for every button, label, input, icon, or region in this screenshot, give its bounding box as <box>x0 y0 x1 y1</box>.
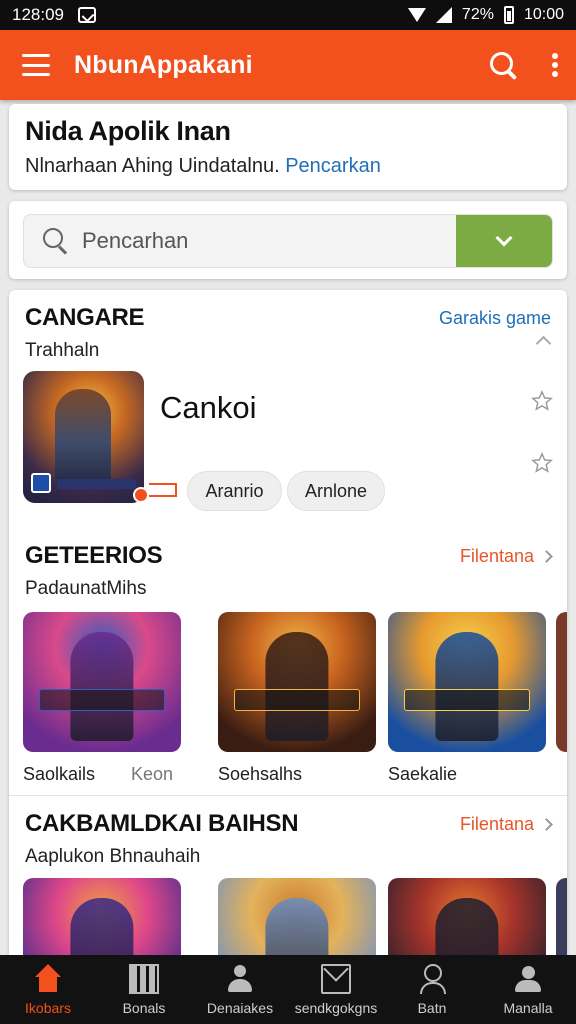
chip-button[interactable]: Arnlone <box>287 471 385 511</box>
section-link-label: Filentana <box>459 546 534 566</box>
search-icon[interactable] <box>488 50 518 80</box>
user-icon <box>417 964 447 994</box>
game-card-partial[interactable] <box>556 612 567 752</box>
game-logo <box>38 689 166 712</box>
chip-button[interactable]: Aranrio <box>187 471 282 511</box>
nav-item-messages[interactable]: sendkgokgns <box>288 955 384 1024</box>
status-dot <box>133 487 149 503</box>
section-link-label: Garakis game <box>438 308 551 328</box>
nav-item-profile[interactable]: Denaiakes <box>192 955 288 1024</box>
game-logo-band <box>57 479 136 489</box>
nav-item-home[interactable]: Ikobars <box>0 955 96 1024</box>
nav-item-categories[interactable]: Bonals <box>96 955 192 1024</box>
game-character-art <box>435 631 499 741</box>
game-logo <box>233 689 361 712</box>
chevron-down-icon <box>495 229 513 247</box>
nav-item-community[interactable]: Manalla <box>480 955 576 1024</box>
mail-icon <box>321 964 351 994</box>
game-thumbnail <box>23 612 181 752</box>
battery-icon <box>503 6 514 24</box>
home-icon <box>33 964 63 994</box>
game-thumbnail <box>388 612 546 752</box>
wifi-icon <box>407 8 426 22</box>
section-header-featured: CANGARE Trahhaln Garakis game <box>25 304 551 362</box>
game-character-art <box>70 631 134 741</box>
intro-link[interactable]: Pencarkan <box>285 155 381 177</box>
status-clock: 10:00 <box>523 6 564 23</box>
group-icon <box>513 964 543 994</box>
search-card <box>9 201 567 279</box>
game-card[interactable]: Soehsalhs <box>218 612 376 785</box>
chevron-right-icon <box>540 818 553 831</box>
status-bar: 128:09 72% 10:00 <box>0 0 576 30</box>
section-link[interactable]: Garakis game <box>439 308 551 329</box>
publisher-badge <box>31 473 51 493</box>
intro-subtitle-text: Nlnarhaan Ahing Uindatalnu. <box>25 155 280 177</box>
game-card[interactable]: Saekalie <box>388 612 546 785</box>
nav-label: sendkgokgns <box>294 1000 378 1016</box>
nav-label: Ikobars <box>25 1000 71 1016</box>
nav-item-account[interactable]: Batn <box>384 955 480 1024</box>
game-tag: Keon <box>130 764 173 784</box>
tag-icon <box>149 483 177 497</box>
game-card[interactable]: Saolkails Keon <box>23 612 181 785</box>
section-subtitle: Aaplukon Bhnauhaih <box>25 846 201 867</box>
game-character-art <box>265 897 329 960</box>
battery-percent: 72% <box>461 6 494 23</box>
divider <box>9 795 567 796</box>
status-time: 128:09 <box>12 5 64 24</box>
game-character-art <box>70 897 134 960</box>
game-card[interactable] <box>23 878 181 960</box>
filter-dropdown-button[interactable] <box>456 215 552 267</box>
grid-icon <box>129 964 159 994</box>
search-bar <box>23 214 553 268</box>
game-card[interactable] <box>218 878 376 960</box>
game-thumbnail <box>388 878 546 960</box>
more-options-icon[interactable] <box>552 53 558 77</box>
main-content: CANGARE Trahhaln Garakis game Cankoi Ara… <box>9 290 567 960</box>
page-title: Nida Apolik Inan <box>25 116 231 146</box>
game-character-art <box>265 631 329 741</box>
person-icon <box>225 964 255 994</box>
game-logo <box>403 689 531 712</box>
nav-label: Batn <box>417 1000 447 1016</box>
nav-label: Denaiakes <box>206 1000 274 1016</box>
game-title: Saekalie <box>388 764 458 784</box>
chevron-right-icon <box>540 550 553 563</box>
app-bar: NbunAppakani <box>0 30 576 100</box>
intro-card: Nida Apolik Inan Nlnarhaan Ahing Uindata… <box>9 104 567 190</box>
game-thumbnail <box>218 612 376 752</box>
section-link-label: Filentana <box>459 814 534 834</box>
section-subtitle: Trahhaln <box>25 340 100 361</box>
intro-subtitle: Nlnarhaan Ahing Uindatalnu. Pencarkan <box>25 155 551 178</box>
game-thumbnail <box>23 878 181 960</box>
game-character-art <box>435 897 499 960</box>
search-input[interactable] <box>70 215 456 267</box>
game-card[interactable] <box>388 878 546 960</box>
section-header-recommended: CAKBAMLDKAI BAIHSN Aaplukon Bhnauhaih Fi… <box>25 810 553 868</box>
game-card-partial[interactable] <box>556 878 567 960</box>
section-subtitle: PadaunatMihs <box>25 578 147 599</box>
bottom-navigation: Ikobars Bonals Denaiakes sendkgokgns Bat… <box>0 955 576 1024</box>
search-field-icon <box>42 227 70 255</box>
status-icons: 72% 10:00 <box>407 6 564 24</box>
nav-label: Bonals <box>122 1000 166 1016</box>
game-thumbnail <box>556 612 567 752</box>
game-thumbnail <box>556 878 567 960</box>
signal-icon <box>435 7 452 23</box>
menu-icon[interactable] <box>22 54 50 76</box>
game-art <box>55 389 111 485</box>
game-thumbnail <box>218 878 376 960</box>
section-link[interactable]: Filentana <box>459 546 553 567</box>
star-icon[interactable] <box>531 452 553 474</box>
game-title: Soehsalhs <box>218 764 303 784</box>
featured-game-icon[interactable] <box>23 371 144 503</box>
section-link[interactable]: Filentana <box>459 814 553 835</box>
app-title: NbunAppakani <box>74 50 253 79</box>
star-icon[interactable] <box>531 390 553 412</box>
featured-game-name[interactable]: Cankoi <box>160 390 257 426</box>
nav-label: Manalla <box>503 1000 553 1016</box>
section-header-popular: GETEERIOS PadaunatMihs Filentana <box>25 542 553 600</box>
notification-icon <box>78 7 96 23</box>
